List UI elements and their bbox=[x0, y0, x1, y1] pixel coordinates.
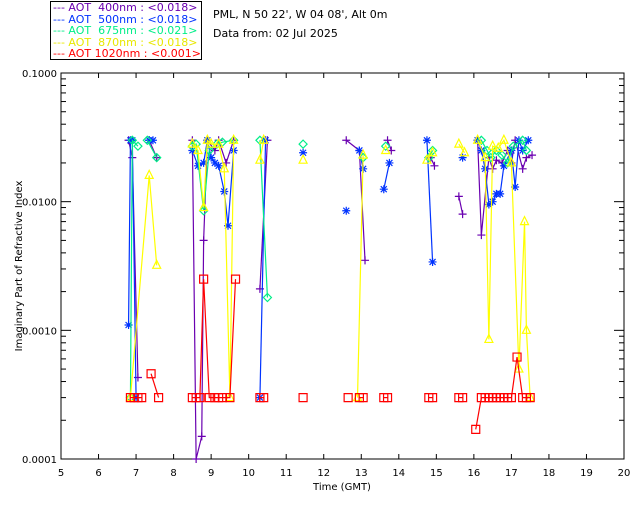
plot-area: Imaginary Part of Refractive Index Time … bbox=[14, 69, 631, 493]
x-tick-label: 16 bbox=[467, 468, 480, 479]
series-4-point bbox=[343, 393, 353, 403]
x-tick-label: 19 bbox=[580, 468, 593, 479]
series-1-point bbox=[385, 158, 394, 167]
series-0-point bbox=[361, 256, 370, 265]
y-tick-label: 0.1000 bbox=[22, 69, 57, 80]
x-tick-label: 7 bbox=[133, 468, 139, 479]
series-3-line bbox=[191, 138, 235, 398]
y-tick-label: 0.0010 bbox=[22, 326, 57, 337]
series-1-point bbox=[342, 206, 351, 215]
series-1-point bbox=[458, 153, 467, 162]
x-tick-label: 6 bbox=[95, 468, 101, 479]
series-1-point bbox=[422, 136, 431, 145]
x-tick-label: 10 bbox=[242, 468, 255, 479]
x-tick-label: 15 bbox=[430, 468, 443, 479]
y-tick-label: 0.0001 bbox=[22, 455, 57, 466]
x-tick-label: 11 bbox=[280, 468, 293, 479]
series-0-point bbox=[192, 455, 201, 463]
series-1-point bbox=[496, 189, 505, 198]
series-1-line bbox=[383, 162, 391, 190]
series-1-point bbox=[148, 136, 157, 145]
x-tick-label: 14 bbox=[392, 468, 405, 479]
series-0-point bbox=[458, 210, 467, 219]
series-0-point bbox=[197, 432, 206, 441]
x-tick-label: 9 bbox=[208, 468, 214, 479]
x-tick-label: 12 bbox=[317, 468, 330, 479]
series-0-point bbox=[199, 236, 208, 245]
series-0-point bbox=[454, 192, 463, 201]
series-4-point bbox=[298, 393, 308, 403]
series-0-point bbox=[430, 161, 439, 170]
series-1-point bbox=[428, 257, 437, 266]
x-tick-label: 13 bbox=[355, 468, 368, 479]
series-0-point bbox=[518, 164, 527, 173]
series-1-point bbox=[379, 185, 388, 194]
series-3-point bbox=[453, 137, 464, 148]
series-0-point bbox=[477, 231, 486, 240]
x-tick-label: 17 bbox=[505, 468, 518, 479]
chart-window: --- AOT 400nm : <0.018> --- AOT 500nm : … bbox=[0, 0, 640, 512]
x-tick-label: 18 bbox=[543, 468, 556, 479]
series-1-point bbox=[488, 197, 497, 206]
series-3-point bbox=[298, 153, 309, 164]
series-3-line bbox=[356, 155, 364, 398]
x-axis-label: Time (GMT) bbox=[312, 482, 371, 493]
x-tick-label: 8 bbox=[170, 468, 176, 479]
y-tick-label: 0.0100 bbox=[22, 198, 57, 209]
series-3-line bbox=[477, 138, 531, 398]
series-2-point bbox=[298, 139, 308, 149]
x-tick-label: 5 bbox=[58, 468, 64, 479]
series-1-point bbox=[524, 136, 533, 145]
x-tick-label: 20 bbox=[618, 468, 631, 479]
